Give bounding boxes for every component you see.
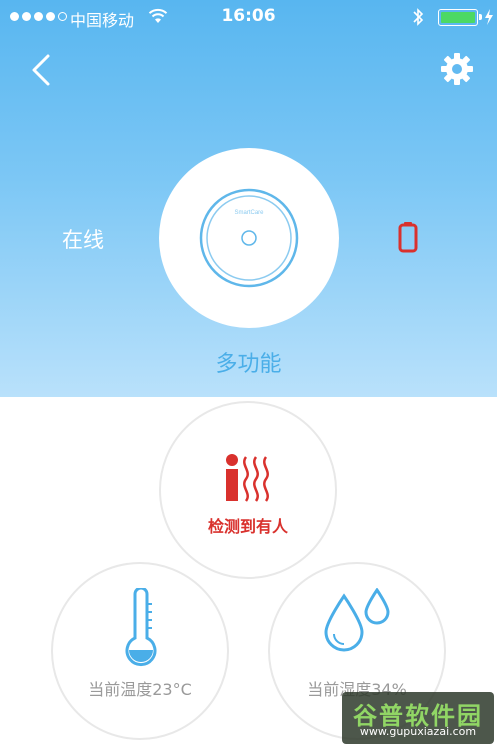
temperature-card[interactable]: 当前温度23°C [51,562,229,740]
gear-icon[interactable] [440,52,474,86]
person-heat-icon [226,454,269,502]
device-logo-text: SmartCare [234,210,264,216]
device-header: 中国移动 16:06 在线 SmartCare 多功能 [0,0,497,397]
charging-icon [485,9,493,25]
presence-card[interactable]: 检测到有人 [159,401,337,579]
smartcare-device-icon: SmartCare [199,188,299,288]
battery-low-icon [398,222,418,253]
device-image[interactable]: SmartCare [159,148,339,328]
thermometer-icon [125,588,157,667]
bluetooth-icon [413,8,424,26]
chevron-left-icon[interactable] [28,52,54,88]
phone-battery-icon [438,9,482,26]
status-bar: 中国移动 16:06 [0,0,497,34]
connection-status: 在线 [62,228,104,252]
temperature-label: 当前温度23°C [88,680,192,699]
watermark-url: www.gupuxiazai.com [359,725,477,738]
device-name: 多功能 [215,352,282,377]
water-drops-icon [324,588,390,652]
presence-label: 检测到有人 [207,517,288,536]
watermark-logo: 谷普软件园 www.gupuxiazai.com [342,692,494,744]
